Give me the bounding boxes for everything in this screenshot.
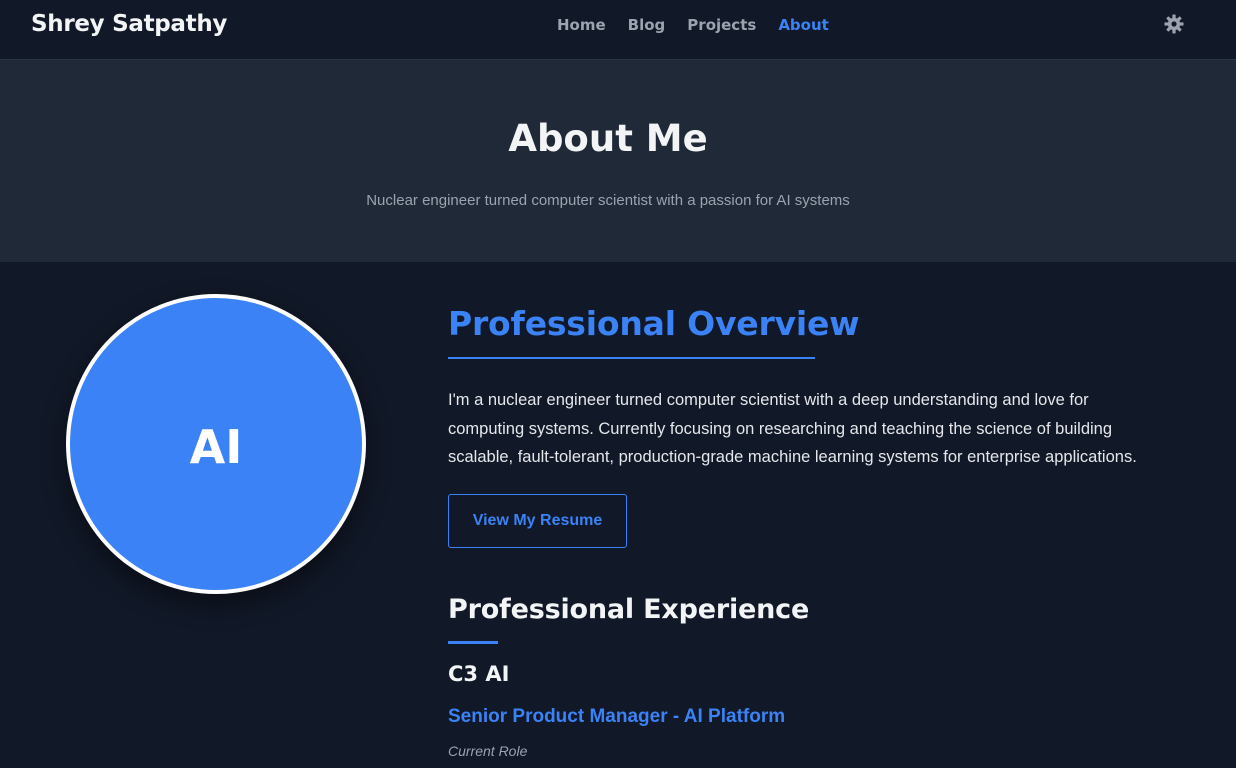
overview-heading-underline xyxy=(448,357,815,359)
experience-heading: Professional Experience xyxy=(448,594,810,625)
nav-link-home[interactable]: Home xyxy=(557,16,606,34)
experience-heading-underline xyxy=(448,641,498,644)
avatar-initials: AI xyxy=(189,420,243,474)
brand-logo[interactable]: Shrey Satpathy xyxy=(31,11,227,37)
nav-link-projects[interactable]: Projects xyxy=(687,16,756,34)
navbar: Shrey Satpathy Home Blog Projects About xyxy=(0,0,1236,60)
nav-link-about[interactable]: About xyxy=(778,16,829,34)
page-subtitle: Nuclear engineer turned computer scienti… xyxy=(366,192,850,209)
job-title: Senior Product Manager - AI Platform xyxy=(448,706,786,727)
company-name: C3 AI xyxy=(448,662,510,686)
avatar: AI xyxy=(66,294,366,594)
hero-section: About Me Nuclear engineer turned compute… xyxy=(0,60,1236,262)
nav-links: Home Blog Projects About xyxy=(557,16,851,34)
page-title: About Me xyxy=(508,117,708,160)
gear-icon xyxy=(1164,14,1184,34)
nav-link-blog[interactable]: Blog xyxy=(628,16,666,34)
theme-toggle-button[interactable] xyxy=(1162,12,1186,36)
overview-paragraph: I'm a nuclear engineer turned computer s… xyxy=(448,391,1137,466)
job-period: Current Role xyxy=(448,743,528,759)
overview-heading: Professional Overview xyxy=(448,304,860,343)
view-resume-button[interactable]: View My Resume xyxy=(448,494,627,548)
